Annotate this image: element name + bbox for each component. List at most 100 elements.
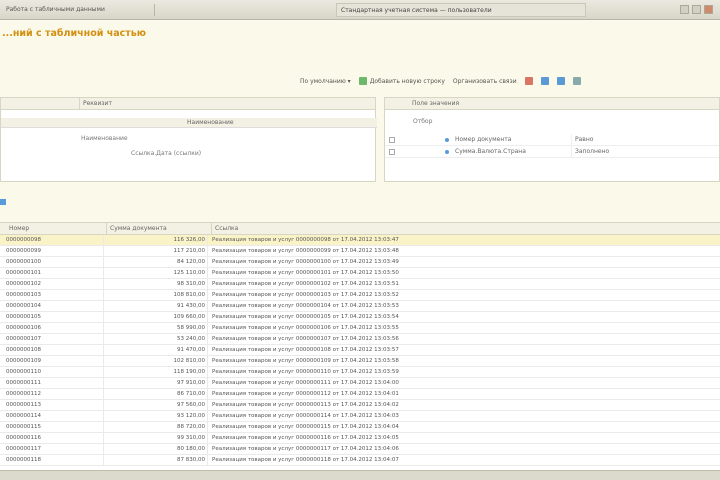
cell-sum: 88 720,00 bbox=[106, 422, 208, 433]
cell-sum: 91 430,00 bbox=[106, 301, 208, 312]
delete-icon[interactable] bbox=[524, 77, 533, 85]
fields-panel-header: Реквизит bbox=[1, 98, 375, 110]
status-bar bbox=[0, 470, 720, 480]
cell-sum: 80 180,00 bbox=[106, 444, 208, 455]
cell-ref: Реализация товаров и услуг 0000000101 от… bbox=[212, 270, 399, 276]
table-row[interactable]: 0000000111 97 910,00 Реализация товаров и … bbox=[0, 378, 720, 389]
cell-sum: 53 240,00 bbox=[106, 334, 208, 345]
filter-checkbox[interactable] bbox=[389, 137, 395, 143]
table-row[interactable]: 0000000105 109 660,00 Реализация товаров и… bbox=[0, 312, 720, 323]
close-icon[interactable] bbox=[704, 5, 713, 14]
move-down-icon[interactable] bbox=[556, 77, 565, 85]
filter-row[interactable]: Сумма.Валюта.Страна Заполнено bbox=[385, 146, 719, 158]
view-dropdown[interactable]: По умолчанию ▾ bbox=[300, 78, 351, 85]
table-row[interactable]: 0000000102 98 310,00 Реализация товаров и … bbox=[0, 279, 720, 290]
move-up-icon[interactable] bbox=[540, 77, 549, 85]
table-row[interactable]: 0000000107 53 240,00 Реализация товаров и … bbox=[0, 334, 720, 345]
field-icon bbox=[445, 150, 449, 154]
cell-number: 0000000118 bbox=[6, 455, 104, 466]
filter-panel: Поле значения Отбор Номер документа Равн… bbox=[384, 97, 720, 182]
cell-number: 0000000107 bbox=[6, 334, 104, 345]
cell-ref: Реализация товаров и услуг 0000000104 от… bbox=[212, 303, 399, 309]
cell-sum: 84 120,00 bbox=[106, 257, 208, 268]
cell-sum: 102 810,00 bbox=[106, 356, 208, 367]
cell-ref: Реализация товаров и услуг 0000000102 от… bbox=[212, 281, 399, 287]
table-row[interactable]: 0000000115 88 720,00 Реализация товаров и … bbox=[0, 422, 720, 433]
cell-ref: Реализация товаров и услуг 0000000110 от… bbox=[212, 369, 399, 375]
cell-ref: Реализация товаров и услуг 0000000099 от… bbox=[212, 248, 399, 254]
cell-sum: 99 310,00 bbox=[106, 433, 208, 444]
table-row[interactable]: 0000000113 97 560,00 Реализация товаров и … bbox=[0, 400, 720, 411]
cell-sum: 97 910,00 bbox=[106, 378, 208, 389]
cell-number: 0000000108 bbox=[6, 345, 104, 356]
settings-icon[interactable] bbox=[572, 77, 581, 85]
cell-sum: 98 310,00 bbox=[106, 279, 208, 290]
table-row[interactable]: 0000000100 84 120,00 Реализация товаров и … bbox=[0, 257, 720, 268]
cell-number: 0000000109 bbox=[6, 356, 104, 367]
table-row[interactable]: 0000000108 91 470,00 Реализация товаров и … bbox=[0, 345, 720, 356]
fields-panel: Реквизит Наименование Наименование Ссылк… bbox=[0, 97, 377, 182]
table-row[interactable]: 0000000101 125 110,00 Реализация товаров и… bbox=[0, 268, 720, 279]
field-item[interactable]: Наименование bbox=[81, 135, 128, 142]
cell-sum: 97 560,00 bbox=[106, 400, 208, 411]
column-sum[interactable]: Сумма документа bbox=[106, 223, 167, 235]
cell-sum: 116 326,00 bbox=[106, 235, 208, 246]
cell-sum: 108 810,00 bbox=[106, 290, 208, 301]
cell-ref: Реализация товаров и услуг 0000000117 от… bbox=[212, 446, 399, 452]
column-number[interactable]: Номер bbox=[6, 223, 29, 235]
page-title: ...ний с табличной частью bbox=[2, 28, 147, 39]
tab-left[interactable]: Работа с табличными данными bbox=[0, 4, 155, 16]
table-row[interactable]: 0000000112 86 710,00 Реализация товаров и … bbox=[0, 389, 720, 400]
add-icon bbox=[358, 77, 367, 85]
filter-condition[interactable]: Заполнено bbox=[571, 146, 609, 158]
column-ref[interactable]: Ссылка bbox=[211, 223, 238, 235]
cell-number: 0000000115 bbox=[6, 422, 104, 433]
cell-number: 0000000112 bbox=[6, 389, 104, 400]
organize-links-button[interactable]: Организовать связи bbox=[453, 78, 517, 85]
filter-row[interactable]: Номер документа Равно bbox=[385, 134, 719, 146]
cell-number: 0000000117 bbox=[6, 444, 104, 455]
table-row[interactable]: 0000000109 102 810,00 Реализация товаров и… bbox=[0, 356, 720, 367]
field-item[interactable]: Ссылка.Дата (ссылки) bbox=[131, 150, 201, 157]
table-row[interactable]: 0000000103 108 810,00 Реализация товаров и… bbox=[0, 290, 720, 301]
cell-number: 0000000101 bbox=[6, 268, 104, 279]
table-row[interactable]: 0000000098 116 326,00 Реализация товаров и… bbox=[0, 235, 720, 246]
cell-number: 0000000106 bbox=[6, 323, 104, 334]
minimize-icon[interactable] bbox=[680, 5, 689, 14]
filter-checkbox[interactable] bbox=[389, 149, 395, 155]
table-row[interactable]: 0000000110 118 190,00 Реализация товаров и… bbox=[0, 367, 720, 378]
window-controls bbox=[680, 5, 714, 15]
table-row[interactable]: 0000000116 99 310,00 Реализация товаров и … bbox=[0, 433, 720, 444]
cell-number: 0000000114 bbox=[6, 411, 104, 422]
cell-ref: Реализация товаров и услуг 0000000103 от… bbox=[212, 292, 399, 298]
cell-ref: Реализация товаров и услуг 0000000118 от… bbox=[212, 457, 399, 463]
refresh-icon[interactable] bbox=[0, 199, 6, 205]
cell-number: 0000000110 bbox=[6, 367, 104, 378]
cell-number: 0000000099 bbox=[6, 246, 104, 257]
filter-tree-root[interactable]: Отбор bbox=[413, 118, 432, 125]
filter-field: Номер документа bbox=[455, 136, 512, 143]
cell-number: 0000000111 bbox=[6, 378, 104, 389]
table-header: Номер Сумма документа Ссылка bbox=[0, 223, 720, 235]
field-icon bbox=[445, 138, 449, 142]
cell-sum: 87 830,00 bbox=[106, 455, 208, 466]
maximize-icon[interactable] bbox=[692, 5, 701, 14]
table-row[interactable]: 0000000104 91 430,00 Реализация товаров и … bbox=[0, 301, 720, 312]
table-row[interactable]: 0000000118 87 830,00 Реализация товаров и … bbox=[0, 455, 720, 466]
cell-number: 0000000102 bbox=[6, 279, 104, 290]
window-titlebar: Работа с табличными данными Стандартная … bbox=[0, 0, 720, 20]
filter-condition[interactable]: Равно bbox=[571, 134, 593, 146]
add-row-label: Добавить новую строку bbox=[369, 77, 445, 85]
cell-number: 0000000105 bbox=[6, 312, 104, 323]
cell-ref: Реализация товаров и услуг 0000000106 от… bbox=[212, 325, 399, 331]
table-row[interactable]: 0000000099 117 210,00 Реализация товаров и… bbox=[0, 246, 720, 257]
cell-ref: Реализация товаров и услуг 0000000109 от… bbox=[212, 358, 399, 364]
tab-active[interactable]: Стандартная учетная система — пользовате… bbox=[336, 3, 586, 17]
add-row-button[interactable]: Добавить новую строку bbox=[358, 77, 445, 85]
filter-panel-header: Поле значения bbox=[385, 98, 719, 110]
fields-subheader-label: Наименование bbox=[187, 119, 234, 126]
table-row[interactable]: 0000000117 80 180,00 Реализация товаров и … bbox=[0, 444, 720, 455]
table-row[interactable]: 0000000114 93 120,00 Реализация товаров и … bbox=[0, 411, 720, 422]
table-row[interactable]: 0000000106 58 990,00 Реализация товаров и … bbox=[0, 323, 720, 334]
cell-sum: 109 660,00 bbox=[106, 312, 208, 323]
